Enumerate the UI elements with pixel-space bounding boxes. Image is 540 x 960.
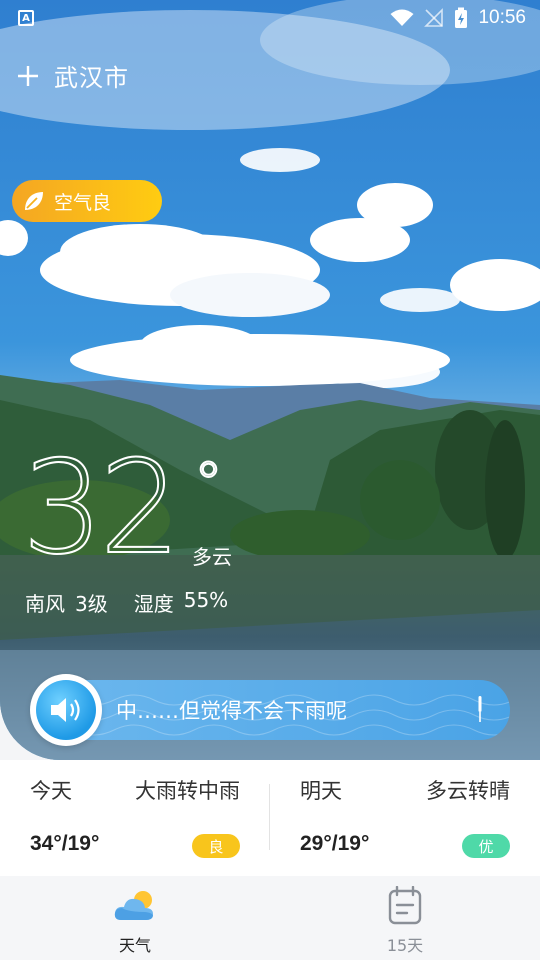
- current-temperature: 32 °: [21, 434, 224, 583]
- forecast-day-label: 明天: [300, 779, 342, 803]
- speaker-icon: [51, 698, 80, 722]
- forecast-condition: 大雨转中雨: [135, 779, 240, 803]
- microphone-icon[interactable]: [476, 696, 484, 724]
- voice-broadcast-banner[interactable]: 中……但觉得不会下雨呢: [34, 680, 510, 740]
- hero-background: [0, 0, 540, 760]
- header: 武汉市: [14, 58, 129, 93]
- current-condition: 多云: [192, 545, 232, 569]
- weather-cloud-sun-icon: [114, 891, 153, 920]
- leaf-icon: [25, 192, 43, 210]
- clock: 10:56: [478, 7, 526, 28]
- tab-15-day[interactable]: 15天: [270, 876, 540, 960]
- humidity-label: 湿度: [133, 592, 174, 616]
- tab-15-day-label: 15天: [386, 936, 424, 955]
- no-signal-icon: [424, 8, 444, 27]
- humidity-value: 55%: [183, 588, 229, 612]
- landscape-image: [0, 0, 540, 760]
- speaker-button[interactable]: [30, 674, 102, 746]
- temperature-value: 32: [21, 434, 182, 583]
- forecast-tomorrow[interactable]: 明天 多云转晴 29°/19° 优: [300, 760, 510, 876]
- tab-weather[interactable]: 天气: [0, 876, 270, 960]
- air-quality-label: 空气良: [54, 191, 112, 214]
- voice-broadcast-text: 中……但觉得不会下雨呢: [116, 699, 347, 723]
- forecast-today[interactable]: 今天 大雨转中雨 34°/19° 良: [30, 760, 240, 876]
- battery-charging-icon: [455, 7, 468, 28]
- aqi-badge: 优: [462, 834, 510, 858]
- air-quality-badge[interactable]: 空气良: [12, 180, 162, 222]
- calendar-icon: [388, 886, 422, 925]
- forecast-day-label: 今天: [30, 779, 72, 803]
- status-bar: A 10:56: [0, 0, 540, 36]
- wind-level: 3级: [75, 592, 108, 616]
- add-city-button[interactable]: [14, 62, 42, 90]
- forecast-temp-range: 34°/19°: [30, 832, 100, 855]
- weather-details: 南风 3级 湿度 55%: [25, 588, 228, 617]
- plus-icon: [18, 65, 38, 86]
- forecast-panel: 今天 大雨转中雨 34°/19° 良 明天 多云转晴 29°/19° 优: [0, 760, 540, 876]
- app-notification-icon: A: [18, 10, 34, 26]
- city-name[interactable]: 武汉市: [54, 58, 129, 93]
- bottom-nav: 天气 15天: [0, 876, 540, 960]
- wind-direction: 南风: [25, 592, 65, 616]
- forecast-divider: [269, 784, 270, 850]
- tab-weather-label: 天气: [118, 936, 151, 955]
- degree-symbol: °: [193, 448, 224, 518]
- aqi-badge: 良: [192, 834, 240, 858]
- forecast-condition: 多云转晴: [426, 779, 510, 803]
- wifi-icon: [390, 9, 414, 26]
- forecast-temp-range: 29°/19°: [300, 832, 370, 855]
